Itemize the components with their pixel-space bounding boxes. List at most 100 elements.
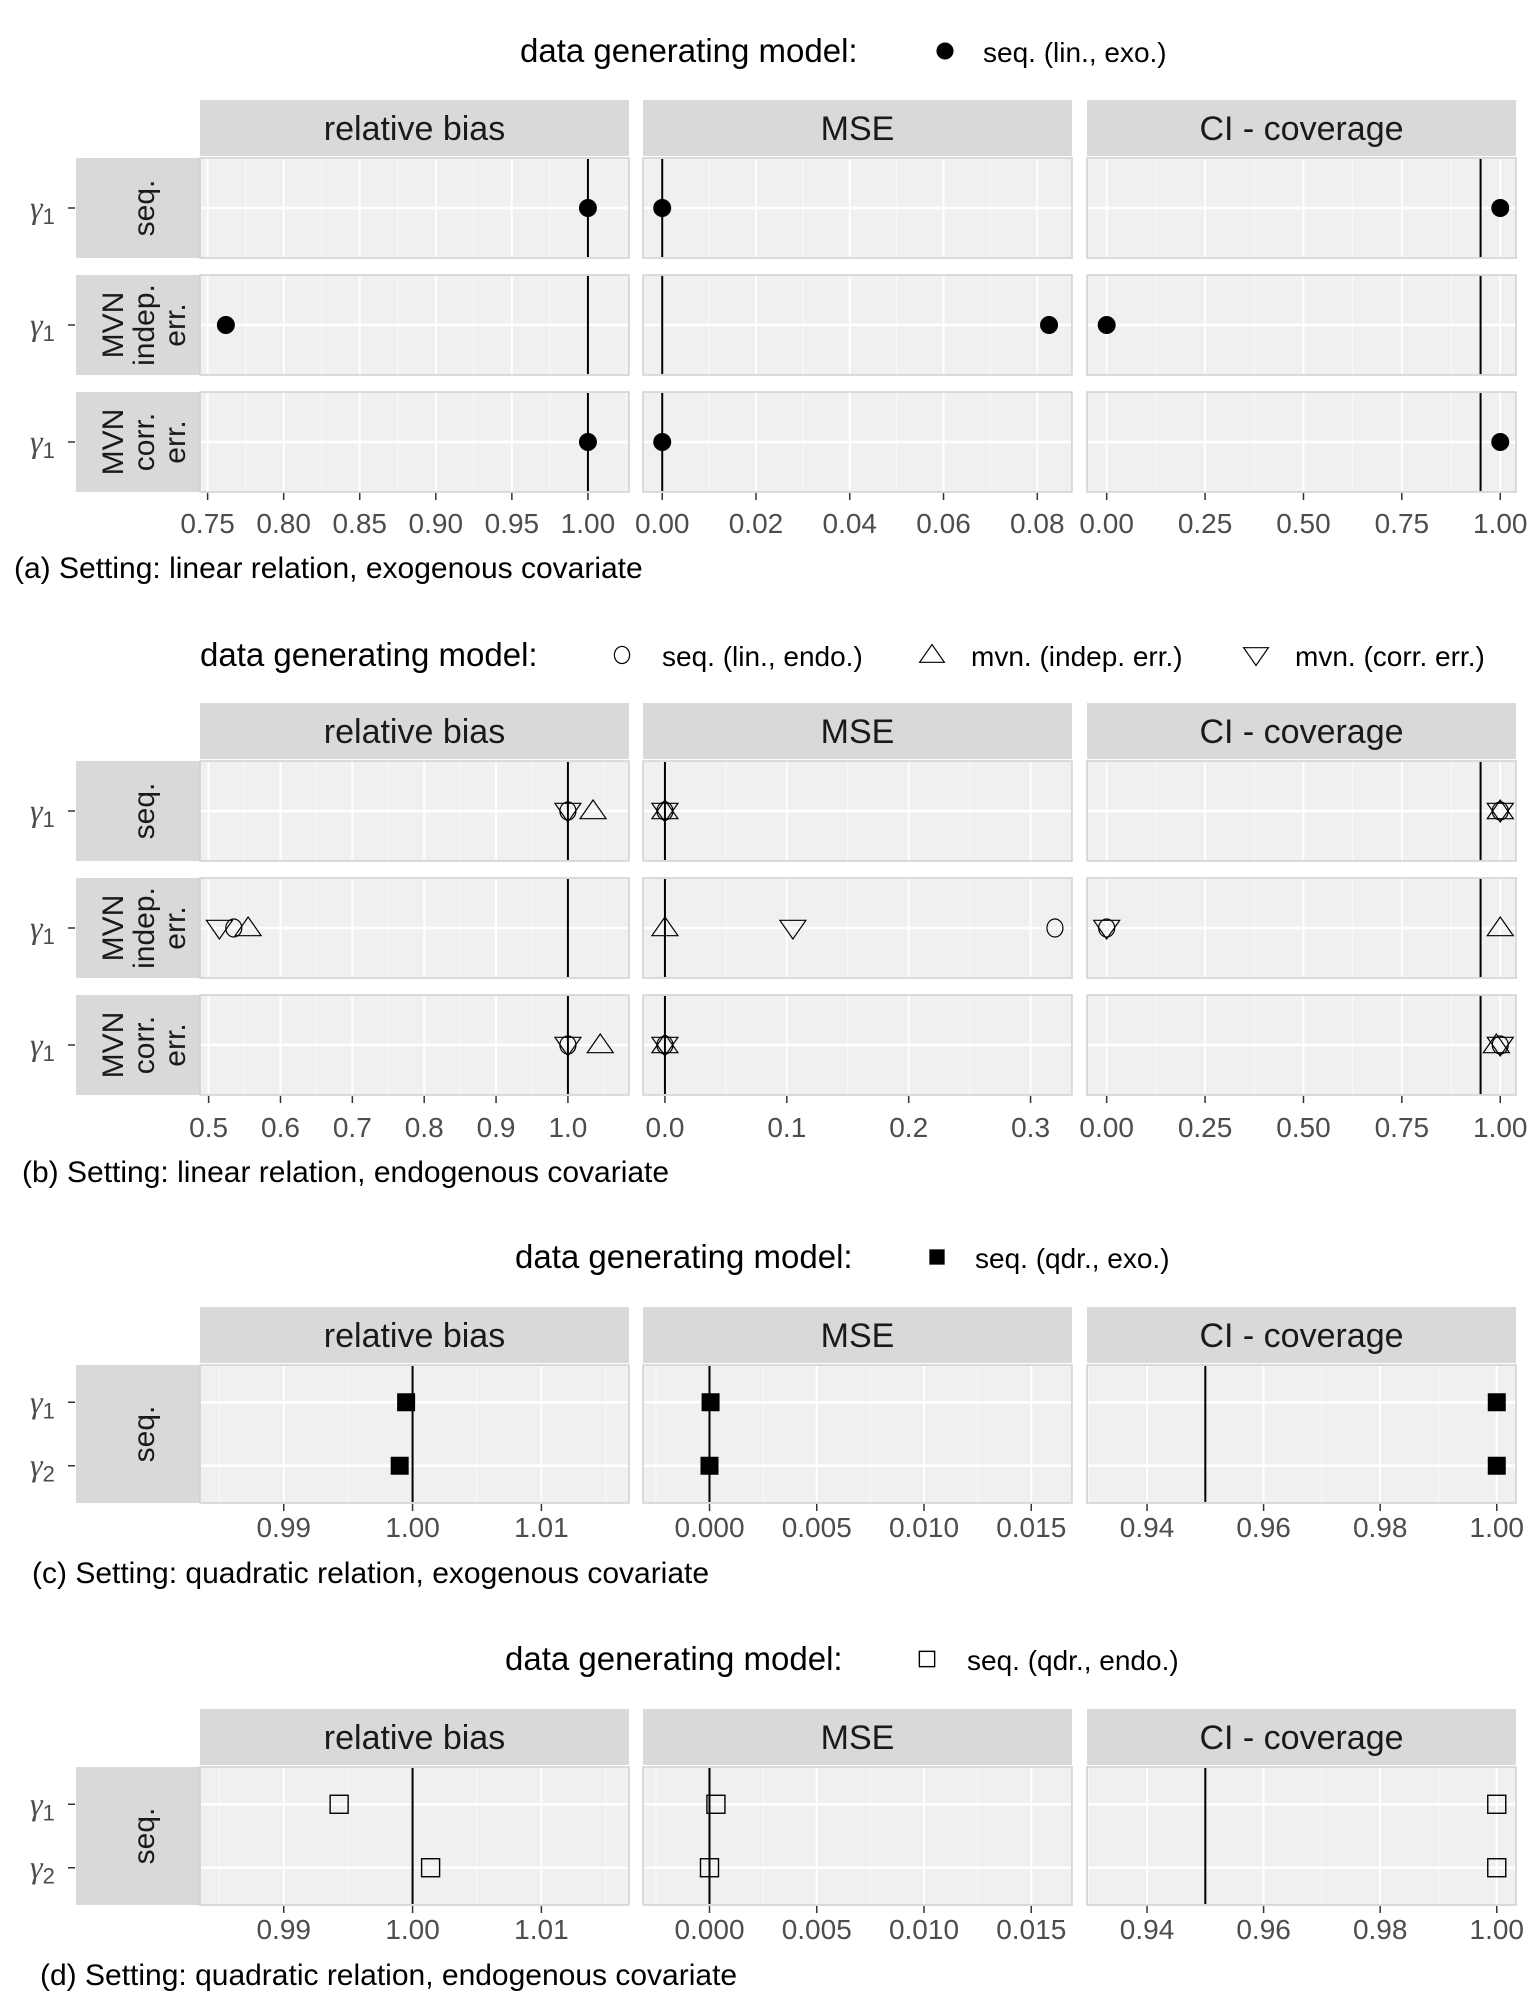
panel-background	[642, 1364, 1073, 1504]
x-tick-label: 0.010	[889, 1512, 959, 1543]
data-point-filled-square	[1487, 1393, 1506, 1412]
x-tick-label: 0.98	[1353, 1914, 1408, 1945]
x-tick-label: 1.0	[548, 1112, 587, 1143]
x-tick-label: 0.90	[409, 508, 464, 539]
x-tick-label: 1.00	[1470, 1914, 1525, 1945]
facet-strip-label: CI - coverage	[1199, 110, 1403, 148]
y-tick-label: γ1	[30, 1785, 55, 1825]
x-tick-label: 1.00	[385, 1512, 440, 1543]
legend-key-filled-square	[929, 1249, 945, 1265]
x-tick-label: 0.96	[1236, 1914, 1291, 1945]
data-point-filled-circle	[1491, 433, 1510, 451]
row-strip-label: seq.	[128, 783, 161, 840]
legend-title: data generating model:	[200, 636, 538, 673]
x-tick-label: 1.00	[1473, 508, 1528, 539]
x-tick-label: 0.1	[767, 1112, 806, 1143]
figure-caption: (c) Setting: quadratic relation, exogeno…	[32, 1557, 709, 1590]
legend-label: mvn. (indep. err.)	[971, 641, 1183, 672]
data-point-filled-circle	[1040, 316, 1059, 334]
x-tick-label: 0.25	[1178, 508, 1233, 539]
facet-strip-label: MSE	[821, 110, 895, 148]
row-strip-label: seq.	[128, 1406, 161, 1463]
y-tick-label: γ1	[30, 792, 55, 832]
y-tick-label: γ2	[30, 1849, 55, 1889]
x-tick-label: 1.00	[385, 1914, 440, 1945]
legend-title: data generating model:	[515, 1238, 853, 1275]
data-point-filled-circle	[1097, 316, 1116, 334]
x-tick-label: 1.00	[561, 508, 616, 539]
legend-key-open-square	[918, 1650, 936, 1668]
facet-strip-label: relative bias	[324, 1719, 505, 1757]
facet-strip-label: MSE	[821, 1317, 895, 1355]
x-tick-label: 1.00	[1470, 1512, 1525, 1543]
y-tick-label: γ1	[30, 423, 55, 463]
row-strip-label: indep.	[128, 284, 161, 366]
panel-background	[199, 1766, 630, 1906]
y-tick-label: γ1	[30, 1383, 55, 1423]
x-tick-label: 0.2	[889, 1112, 928, 1143]
row-strip-label: corr.	[128, 1016, 161, 1074]
x-tick-label: 0.000	[674, 1914, 744, 1945]
x-tick-label: 0.005	[782, 1914, 852, 1945]
x-tick-label: 0.50	[1276, 508, 1331, 539]
panel-background	[1086, 1766, 1517, 1906]
legend-key-open-circle	[613, 645, 631, 665]
x-tick-label: 0.99	[256, 1914, 311, 1945]
legend-label: mvn. (corr. err.)	[1295, 641, 1485, 672]
x-tick-label: 0.9	[477, 1112, 516, 1143]
row-strip-label: MVN	[97, 1012, 130, 1079]
panel-background	[199, 1364, 630, 1504]
row-strip-label: MVN	[97, 292, 130, 359]
data-point-filled-circle	[653, 433, 672, 451]
facet-strip-label: relative bias	[324, 1317, 505, 1355]
x-tick-label: 0.06	[916, 508, 971, 539]
facet-strip-label: CI - coverage	[1199, 1317, 1403, 1355]
x-tick-label: 0.94	[1120, 1914, 1175, 1945]
y-tick-label: γ1	[30, 306, 55, 346]
x-tick-label: 0.80	[256, 508, 311, 539]
x-tick-label: 0.00	[1079, 508, 1134, 539]
x-tick-label: 0.85	[332, 508, 387, 539]
x-tick-label: 0.015	[996, 1512, 1066, 1543]
x-tick-label: 0.00	[1079, 1112, 1134, 1143]
panel-background	[642, 1766, 1073, 1906]
data-point-filled-square	[700, 1456, 719, 1475]
facet-strip-label: relative bias	[324, 110, 505, 148]
row-strip-label: seq.	[128, 180, 161, 237]
x-tick-label: 0.5	[189, 1112, 228, 1143]
x-tick-label: 0.04	[823, 508, 878, 539]
chart-block-d: data generating model: seq. (qdr., endo.)…	[30, 1640, 1524, 1992]
data-point-filled-circle	[653, 199, 672, 217]
facet-strip-label: MSE	[821, 713, 895, 751]
facet-strip-label: CI - coverage	[1199, 1719, 1403, 1757]
data-point-filled-circle	[1491, 199, 1510, 217]
row-strip-label: MVN	[97, 895, 130, 962]
figure-caption: (d) Setting: quadratic relation, endogen…	[40, 1959, 737, 1992]
chart-block-b: data generating model: seq. (lin., endo.)…	[22, 636, 1528, 1189]
x-tick-label: 0.3	[1011, 1112, 1050, 1143]
x-tick-label: 0.96	[1236, 1512, 1291, 1543]
chart-block-a: data generating model: seq. (lin., exo.) r…	[14, 32, 1528, 585]
data-point-filled-square	[397, 1393, 416, 1412]
legend-label: seq. (qdr., exo.)	[975, 1243, 1170, 1274]
x-tick-label: 0.0	[645, 1112, 684, 1143]
x-tick-label: 0.98	[1353, 1512, 1408, 1543]
x-tick-label: 0.6	[261, 1112, 300, 1143]
facet-strip-label: MSE	[821, 1719, 895, 1757]
figure: data generating model: seq. (lin., exo.) r…	[14, 32, 1528, 1992]
x-tick-label: 0.75	[1375, 1112, 1430, 1143]
legend-label: seq. (lin., endo.)	[662, 641, 863, 672]
panel-background	[1086, 1364, 1517, 1504]
chart-block-c: data generating model: seq. (qdr., exo.) r…	[30, 1238, 1524, 1590]
facet-strip-label: CI - coverage	[1199, 713, 1403, 751]
legend-label: seq. (lin., exo.)	[983, 37, 1167, 68]
legend-key-open-triangle-down	[1242, 647, 1270, 667]
data-point-filled-square	[701, 1393, 720, 1412]
data-point-filled-circle	[578, 433, 597, 451]
x-tick-label: 0.75	[180, 508, 235, 539]
x-tick-label: 0.50	[1276, 1112, 1331, 1143]
row-strip-label: err.	[159, 906, 192, 949]
figure-caption: (b) Setting: linear relation, endogenous…	[22, 1156, 669, 1189]
row-strip-label: seq.	[128, 1808, 161, 1865]
x-tick-label: 0.02	[729, 508, 784, 539]
